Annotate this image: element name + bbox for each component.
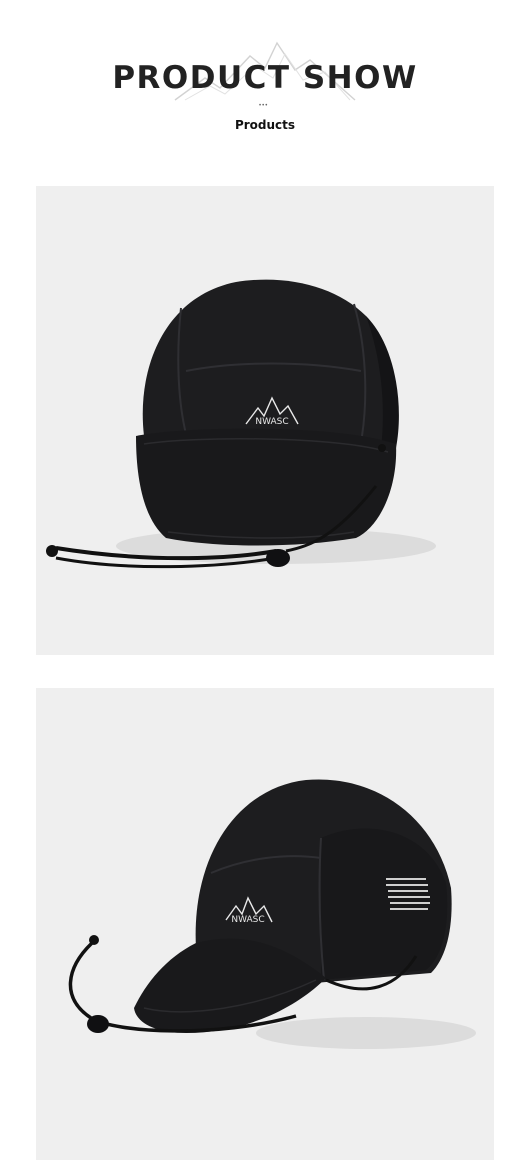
cap-side-image: NWASC bbox=[68, 779, 476, 1049]
product-photo-side: NWASC bbox=[36, 688, 494, 1160]
page-subtitle: Products bbox=[234, 118, 296, 132]
cap-front-image: NWASC bbox=[46, 279, 436, 569]
page-title: PRODUCT SHOW bbox=[112, 60, 418, 96]
divider-dots: ••• bbox=[259, 103, 269, 109]
product-photo-front: NWASC bbox=[36, 186, 494, 655]
page-header: PRODUCT SHOW ••• Products bbox=[0, 0, 530, 180]
svg-text:NWASC: NWASC bbox=[231, 915, 264, 925]
svg-text:NWASC: NWASC bbox=[255, 417, 288, 427]
